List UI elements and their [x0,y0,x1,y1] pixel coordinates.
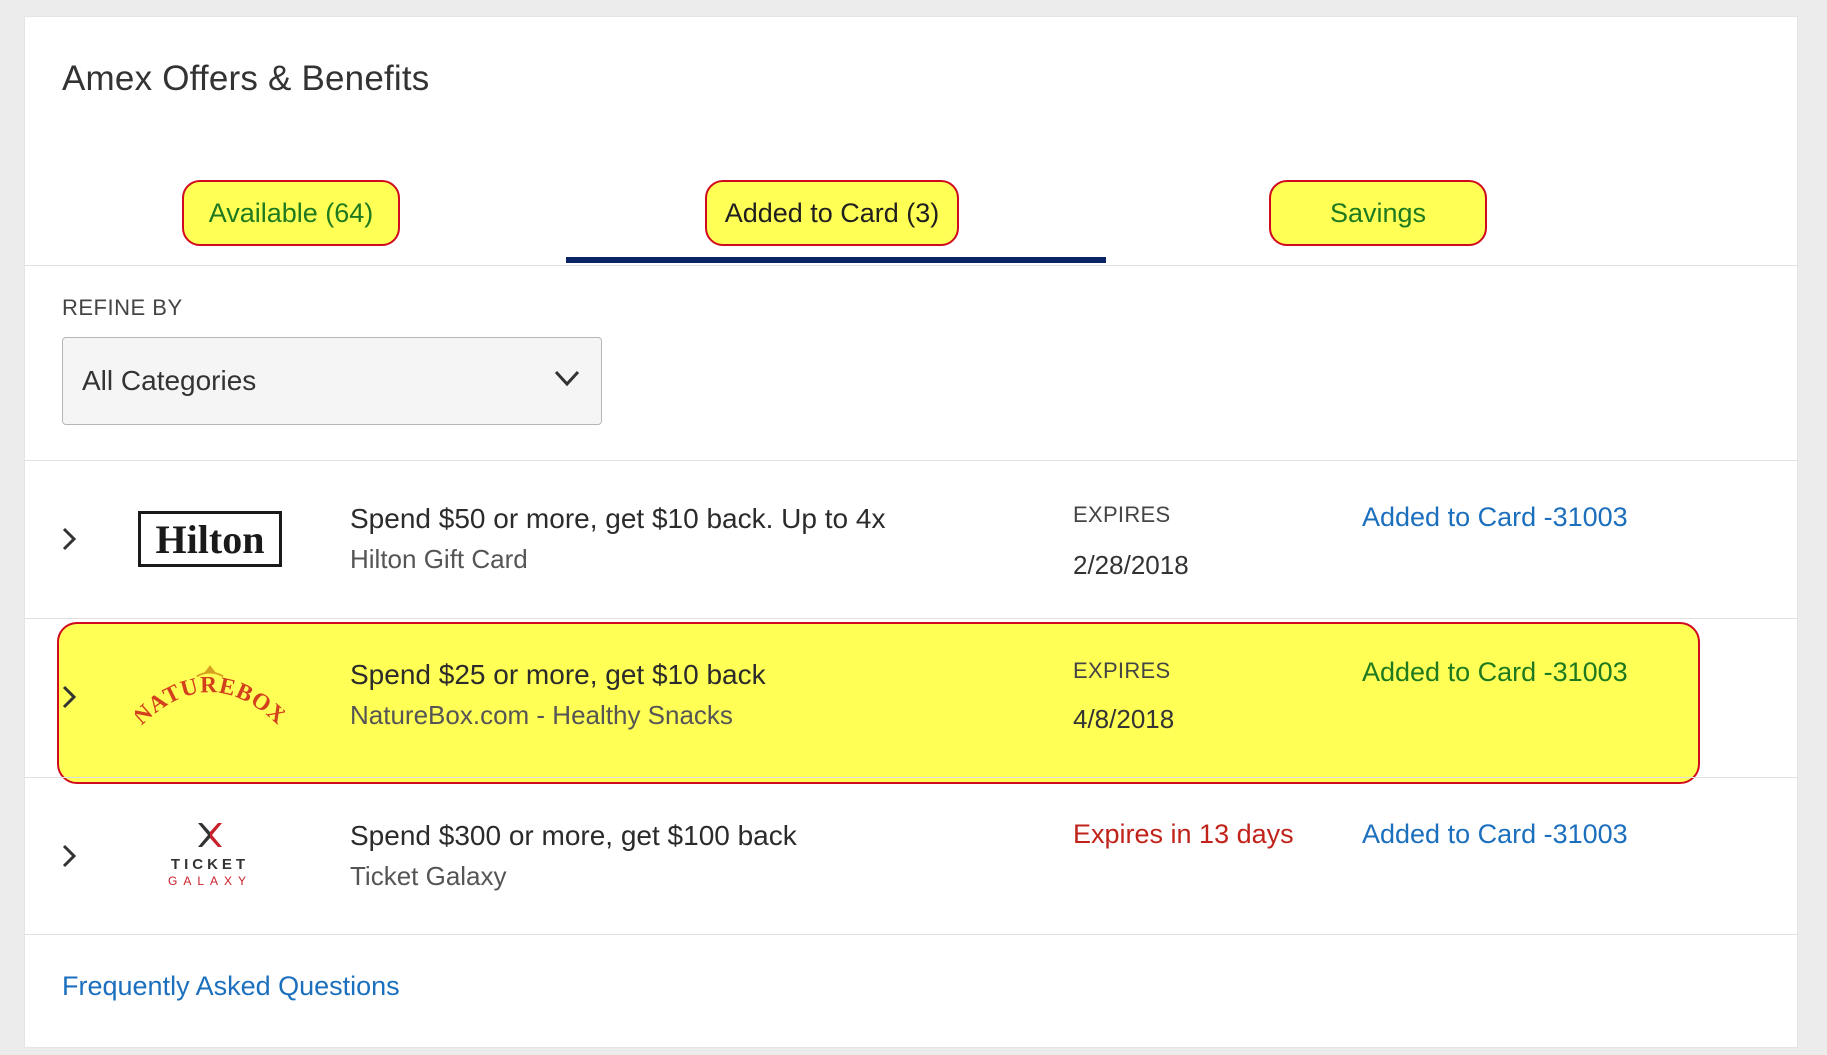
tab-bar: Available (64) Added to Card (3) Savings [25,141,1797,265]
active-tab-indicator [566,257,1106,263]
tab-savings[interactable]: Savings [1269,180,1487,246]
page-title: Amex Offers & Benefits [62,59,430,98]
category-select[interactable]: All Categories [62,337,602,425]
merchant-logo: TICKET GALAXY [135,811,285,901]
expires-date: 2/28/2018 [1073,550,1189,580]
hilton-logo: Hilton [138,511,282,567]
expires-date: 4/8/2018 [1073,704,1175,734]
ticket-galaxy-logo-top: TICKET [171,856,249,873]
offer-headline: Spend $25 or more, get $10 back [350,659,766,690]
expires-warning: Expires in 13 days [1073,819,1294,849]
ticket-galaxy-logo-bottom: GALAXY [168,874,252,888]
tab-savings-label: Savings [1329,197,1427,228]
expires-label: EXPIRES [1073,502,1171,527]
offers-panel: Amex Offers & Benefits Available (64) Ad… [24,16,1798,1048]
chevron-right-icon[interactable] [58,683,80,711]
offer-headline: Spend $50 or more, get $10 back. Up to 4… [350,503,886,534]
added-status-link[interactable]: Added to Card -31003 [1362,819,1628,850]
divider [25,265,1797,266]
added-status-link[interactable]: Added to Card -31003 [1362,502,1628,533]
chevron-down-icon [554,370,580,387]
offer-headline: Spend $300 or more, get $100 back [350,820,797,851]
expires-label: EXPIRES [1073,658,1171,683]
naturebox-logo-text: NATUREBOX [135,672,285,730]
ticket-galaxy-logo: TICKET GALAXY [168,823,252,888]
tab-added-to-card[interactable]: Added to Card (3) [705,180,959,246]
merchant-logo: Hilton [135,494,285,584]
offer-row[interactable]: TICKET GALAXY Spend $300 or more, get $1… [25,777,1797,935]
faq-link[interactable]: Frequently Asked Questions [62,971,400,1002]
offer-merchant: Ticket Galaxy [350,861,507,891]
category-select-value: All Categories [82,365,257,396]
tab-available[interactable]: Available (64) [182,180,400,246]
chevron-right-icon[interactable] [58,525,80,553]
offer-merchant: NatureBox.com - Healthy Snacks [350,700,733,730]
svg-text:NATUREBOX: NATUREBOX [135,672,285,730]
tab-available-label: Available (64) [208,197,374,228]
chevron-right-icon[interactable] [58,842,80,870]
offer-merchant: Hilton Gift Card [350,544,528,574]
offer-row[interactable]: Hilton Spend $50 or more, get $10 back. … [25,460,1797,618]
merchant-logo: NATUREBOX [135,651,285,741]
divider [25,934,1797,935]
added-status-link[interactable]: Added to Card -31003 [1362,657,1628,688]
refine-by-label: REFINE BY [62,295,183,320]
tab-added-label: Added to Card (3) [724,197,940,228]
naturebox-logo: NATUREBOX [135,665,285,730]
offer-row[interactable]: NATUREBOX Spend $25 or more, get $10 bac… [25,618,1797,776]
